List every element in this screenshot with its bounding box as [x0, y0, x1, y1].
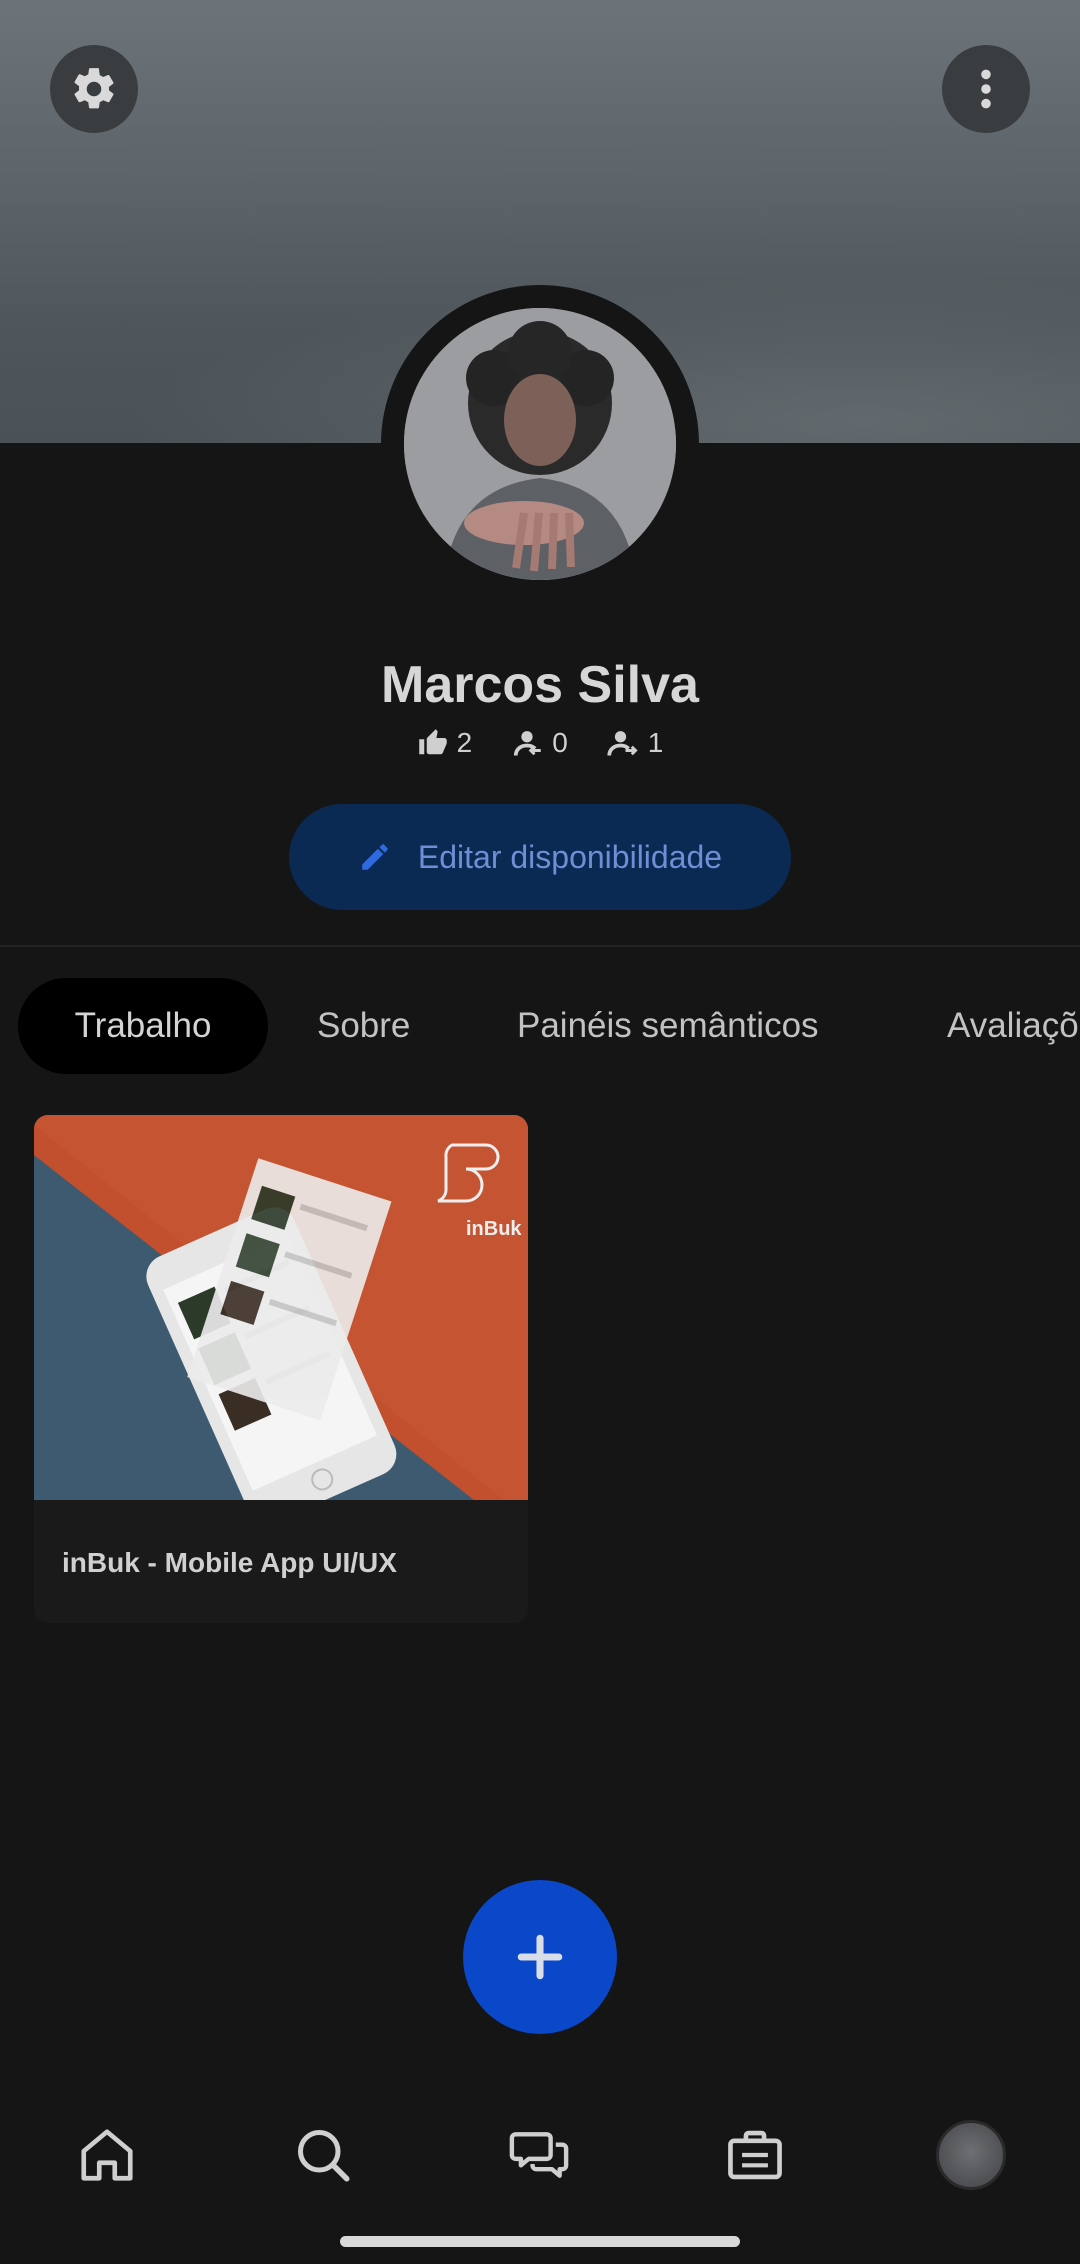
section-divider	[0, 945, 1080, 947]
user-outgoing-icon	[607, 731, 638, 756]
nav-search[interactable]	[268, 2100, 378, 2210]
plus-icon	[517, 1934, 563, 1980]
tab-label: Painéis semânticos	[517, 1006, 819, 1045]
project-card[interactable]: inBuk inBuk - Mobile App UI/UX	[34, 1115, 528, 1623]
profile-avatar[interactable]	[404, 308, 676, 580]
pencil-icon	[362, 844, 388, 870]
bottom-navigation	[0, 2100, 1080, 2210]
nav-messages[interactable]	[484, 2100, 594, 2210]
home-icon	[81, 2129, 133, 2181]
edit-availability-button[interactable]: Editar disponibilidade	[289, 804, 791, 910]
more-options-button[interactable]	[942, 45, 1030, 133]
avatar-photo	[404, 308, 676, 580]
briefcase-icon	[728, 2130, 782, 2180]
nav-profile[interactable]	[916, 2100, 1026, 2210]
tab-sobre[interactable]: Sobre	[317, 978, 410, 1074]
profile-tabs: Trabalho Sobre Painéis semânticos Avalia…	[0, 978, 1080, 1074]
tab-label: Trabalho	[74, 1006, 212, 1045]
profile-avatar-ring	[381, 285, 699, 603]
gear-icon	[74, 68, 114, 109]
likes-stat[interactable]: 2	[417, 727, 473, 759]
likes-count: 2	[456, 727, 473, 758]
tab-trabalho[interactable]: Trabalho	[18, 978, 268, 1074]
avatar	[936, 2120, 1006, 2190]
project-thumbnail-image: inBuk	[34, 1115, 528, 1500]
add-project-button[interactable]	[463, 1880, 617, 2034]
tab-label: Avaliações	[947, 1006, 1080, 1045]
profile-stats: 2 0 1	[0, 727, 1080, 759]
nav-jobs[interactable]	[700, 2100, 810, 2210]
thumbs-up-icon	[418, 729, 447, 755]
nav-home[interactable]	[52, 2100, 162, 2210]
chat-icon	[509, 2132, 569, 2178]
project-thumbnail: inBuk	[34, 1115, 528, 1500]
search-icon	[298, 2130, 350, 2182]
more-vertical-icon	[981, 69, 991, 109]
home-indicator	[340, 2236, 740, 2247]
following-count: 1	[647, 727, 664, 758]
profile-name: Marcos Silva	[381, 656, 699, 714]
tab-paineis-semanticos[interactable]: Painéis semânticos	[517, 978, 819, 1074]
user-incoming-icon	[514, 731, 541, 756]
settings-button[interactable]	[50, 45, 138, 133]
following-stat[interactable]: 1	[606, 727, 664, 759]
followers-stat[interactable]: 0	[510, 727, 568, 759]
inbuk-logo-text: inBuk	[466, 1218, 522, 1240]
edit-availability-label: Editar disponibilidade	[417, 838, 723, 875]
followers-count: 0	[552, 727, 568, 758]
tab-avaliacoes[interactable]: Avaliações	[947, 978, 1080, 1074]
project-title: inBuk - Mobile App UI/UX	[62, 1547, 397, 1578]
tab-label: Sobre	[317, 1006, 411, 1045]
